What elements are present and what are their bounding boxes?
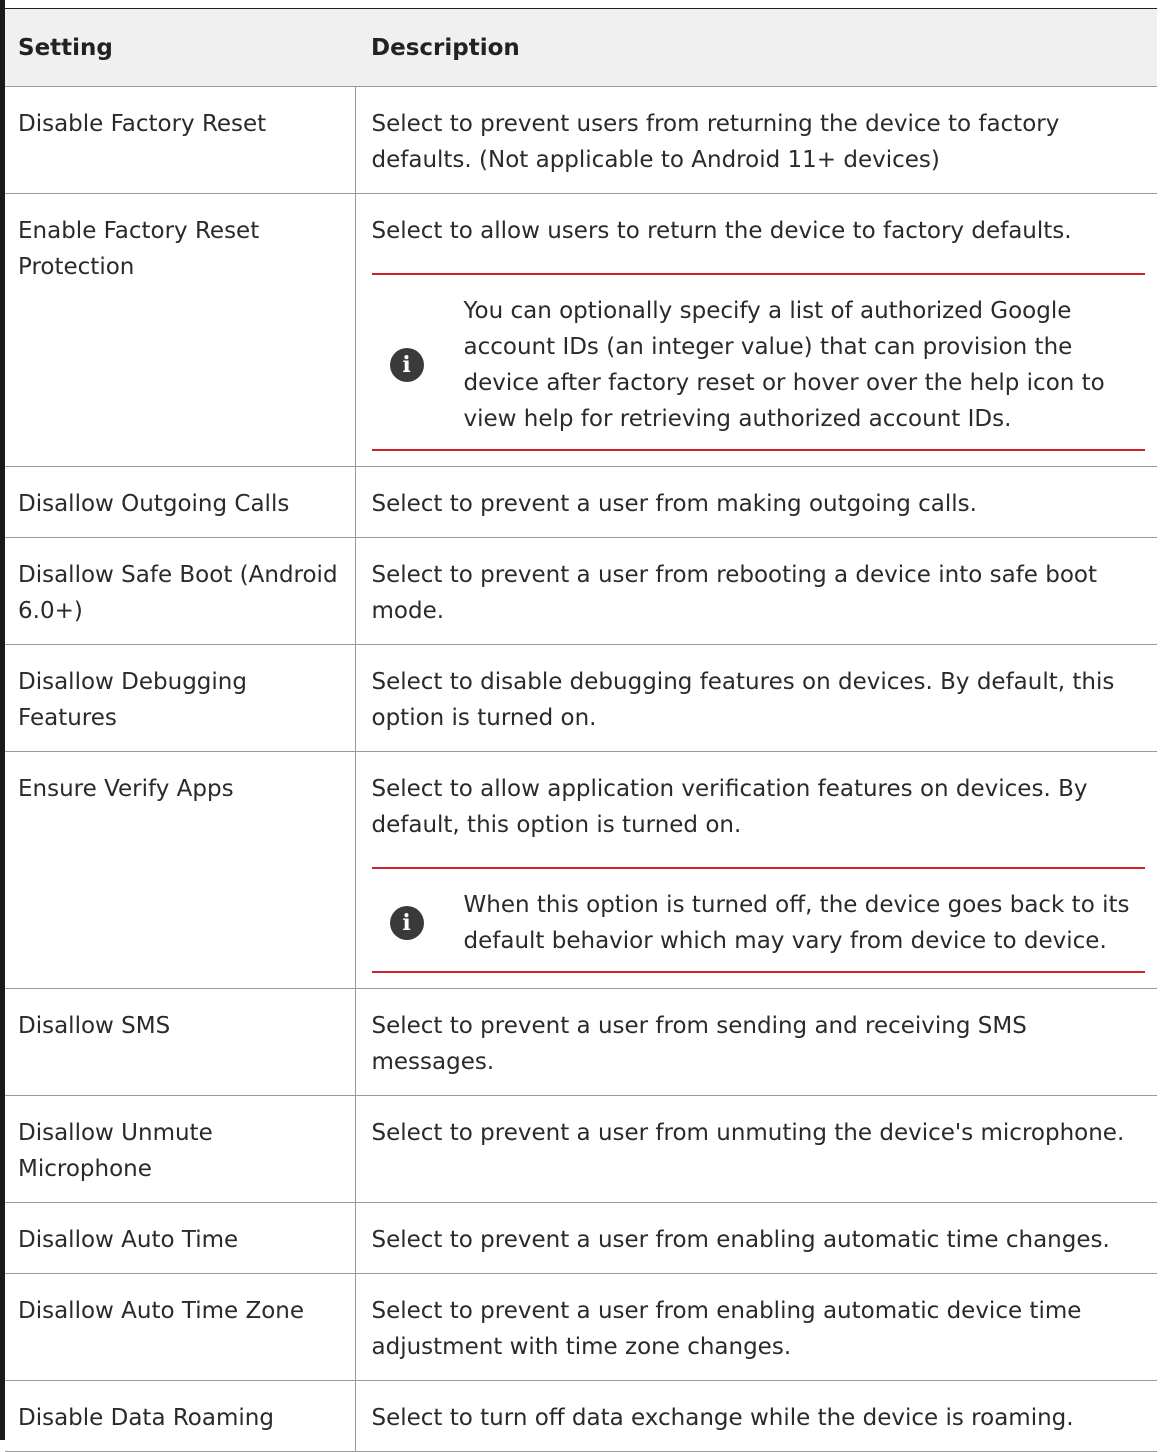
setting-name: Disallow Auto Time	[5, 1202, 356, 1274]
table-row: Disable Data Roaming Select to turn off …	[5, 1380, 1157, 1452]
setting-name: Disallow SMS	[5, 988, 356, 1096]
info-note: i You can optionally specify a list of a…	[371, 273, 1145, 451]
setting-description-cell: Select to allow users to return the devi…	[355, 193, 1157, 467]
description-column-header: Description	[355, 8, 1157, 87]
table-row: Disallow Auto Time Select to prevent a u…	[5, 1202, 1157, 1274]
setting-description: Select to prevent a user from rebooting …	[355, 537, 1157, 645]
document-page: Setting Description Disable Factory Rese…	[0, 0, 1164, 1452]
setting-description: Select to prevent a user from making out…	[355, 466, 1157, 538]
table-row: Disallow SMS Select to prevent a user fr…	[5, 988, 1157, 1096]
setting-description: Select to prevent a user from enabling a…	[355, 1202, 1157, 1274]
table-row: Ensure Verify Apps Select to allow appli…	[5, 751, 1157, 989]
note-text: You can optionally specify a list of aut…	[463, 298, 1105, 432]
table-row: Disallow Unmute Microphone Select to pre…	[5, 1095, 1157, 1203]
setting-description: Select to turn off data exchange while t…	[355, 1380, 1157, 1452]
setting-description: Select to prevent users from returning t…	[355, 86, 1157, 194]
info-icon: i	[389, 906, 424, 940]
setting-name: Disable Data Roaming	[5, 1380, 356, 1452]
setting-description: Select to allow users to return the devi…	[371, 218, 1072, 244]
setting-name: Enable Factory Reset Protection	[5, 193, 356, 467]
setting-column-header: Setting	[5, 8, 355, 87]
settings-table: Setting Description Disable Factory Rese…	[5, 8, 1157, 1452]
setting-name: Disable Factory Reset	[5, 86, 356, 194]
setting-name: Disallow Debugging Features	[5, 644, 356, 752]
table-row: Enable Factory Reset Protection Select t…	[5, 193, 1157, 467]
setting-name: Disallow Safe Boot (Android 6.0+)	[5, 537, 356, 645]
info-note: i When this option is turned off, the de…	[371, 867, 1145, 973]
table-row: Disallow Auto Time Zone Select to preven…	[5, 1273, 1157, 1381]
setting-name: Ensure Verify Apps	[5, 751, 356, 989]
setting-name: Disallow Auto Time Zone	[5, 1273, 356, 1381]
setting-description-cell: Select to allow application verification…	[355, 751, 1157, 989]
setting-name: Disallow Outgoing Calls	[5, 466, 356, 538]
setting-description: Select to allow application verification…	[371, 776, 1088, 838]
setting-description: Select to disable debugging features on …	[355, 644, 1157, 752]
table-row: Disallow Debugging Features Select to di…	[5, 644, 1157, 752]
table-header-row: Setting Description	[5, 8, 1157, 87]
table-row: Disallow Safe Boot (Android 6.0+) Select…	[5, 537, 1157, 645]
setting-description: Select to prevent a user from unmuting t…	[355, 1095, 1157, 1203]
table-row: Disallow Outgoing Calls Select to preven…	[5, 466, 1157, 538]
info-icon: i	[389, 348, 424, 382]
note-text: When this option is turned off, the devi…	[463, 892, 1130, 954]
setting-description: Select to prevent a user from enabling a…	[355, 1273, 1157, 1381]
setting-name: Disallow Unmute Microphone	[5, 1095, 356, 1203]
table-row: Disable Factory Reset Select to prevent …	[5, 86, 1157, 194]
setting-description: Select to prevent a user from sending an…	[355, 988, 1157, 1096]
